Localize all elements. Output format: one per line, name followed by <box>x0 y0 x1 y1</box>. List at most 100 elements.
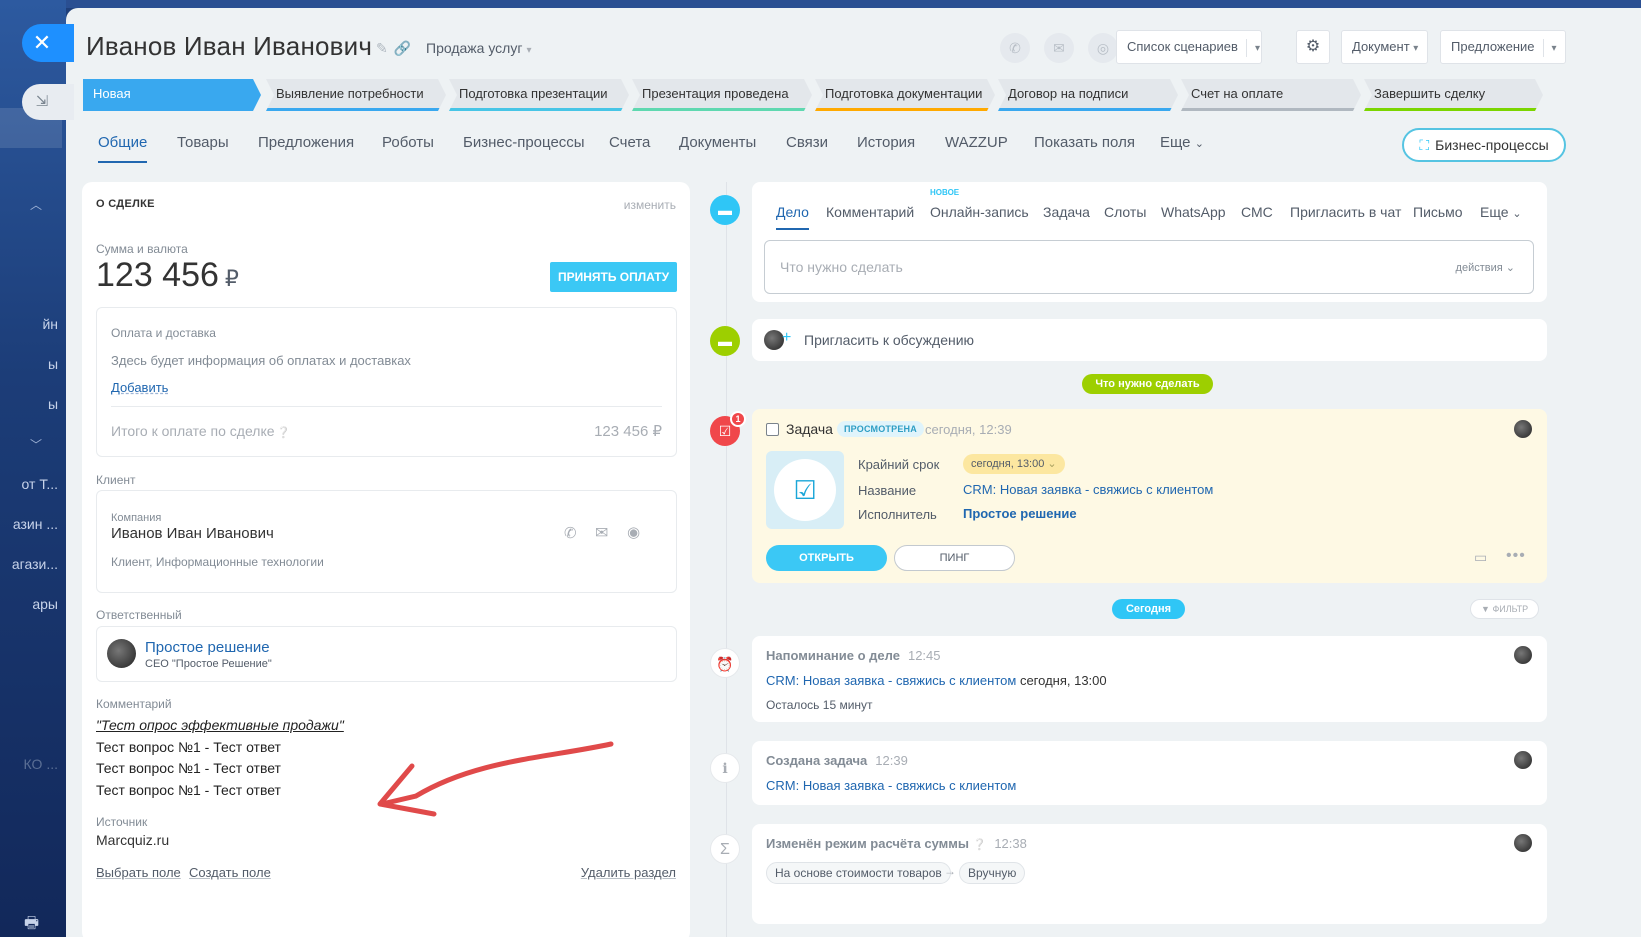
more-label: Еще <box>1480 204 1509 220</box>
mode-time: 12:38 <box>994 836 1027 851</box>
divider <box>111 406 662 407</box>
deadline-chip[interactable]: сегодня, 13:00 ⌄ <box>963 454 1065 474</box>
tab-products[interactable]: Товары <box>177 134 229 151</box>
mail-icon[interactable]: ✉ <box>595 523 608 543</box>
ping-button[interactable]: ПИНГ <box>894 545 1015 571</box>
client-name[interactable]: Иванов Иван Иванович <box>111 525 274 542</box>
chat-icon[interactable]: ◎ <box>1088 33 1118 63</box>
accept-payment-button[interactable]: ПРИНЯТЬ ОПЛАТУ <box>550 262 677 292</box>
client-description: Клиент, Информационные технологии <box>111 555 324 569</box>
timeline-line <box>726 182 727 937</box>
invite-discussion[interactable]: + Пригласить к обсуждению <box>752 319 1547 361</box>
tab-links[interactable]: Связи <box>786 134 828 151</box>
mode-title-text: Изменён режим расчёта суммы <box>766 836 969 851</box>
help-icon[interactable]: ❔ <box>277 427 291 439</box>
reminder-link-text[interactable]: CRM: Новая заявка - свяжись с клиентом <box>766 673 1016 688</box>
activity-tab-case[interactable]: Дело <box>776 204 809 230</box>
tab-general[interactable]: Общие <box>98 134 148 163</box>
mode-from-chip: На основе стоимости товаров <box>766 862 951 884</box>
status-badge: ПРОСМОТРЕНА <box>837 421 924 437</box>
invite-label: Пригласить к обсуждению <box>804 332 975 348</box>
phone-icon[interactable]: ✆ <box>1000 33 1030 63</box>
activity-tab-sms[interactable]: СМС <box>1241 204 1273 220</box>
avatar <box>1514 420 1532 438</box>
edit-link-icons[interactable]: ✎🔗 <box>376 40 417 57</box>
sigma-icon: Σ <box>710 834 740 864</box>
filter-icon: ▼ <box>1481 604 1490 614</box>
reminder-title-text: Напоминание о деле <box>766 648 900 663</box>
task-name-link[interactable]: CRM: Новая заявка - свяжись с клиентом <box>963 482 1213 497</box>
tab-robots[interactable]: Роботы <box>382 134 434 151</box>
activity-tab-task[interactable]: Задача <box>1043 204 1090 220</box>
todo-input[interactable]: Что нужно сделать действия ⌄ <box>764 240 1534 294</box>
gear-icon[interactable]: ⚙ <box>1296 30 1330 64</box>
amount-value[interactable]: 123 456 ₽ <box>96 256 239 295</box>
task-card: Задача ПРОСМОТРЕНА сегодня, 12:39 ☑ Край… <box>752 409 1547 583</box>
stage-contract[interactable]: Договор на подписи <box>998 79 1178 111</box>
select-field-link[interactable]: Выбрать поле <box>96 865 181 880</box>
chevron-up-icon: ︿ <box>30 198 43 212</box>
payment-box: Оплата и доставка Здесь будет информация… <box>96 307 677 457</box>
add-payment-link[interactable]: Добавить <box>111 380 168 395</box>
section-title: О СДЕЛКЕ <box>96 198 155 210</box>
stage-invoice[interactable]: Счет на оплате <box>1181 79 1361 111</box>
activity-tab-invite-chat[interactable]: Пригласить в чат <box>1290 204 1401 220</box>
actions-dropdown[interactable]: действия ⌄ <box>1456 261 1515 274</box>
delete-section-link[interactable]: Удалить раздел <box>581 865 676 880</box>
amount-mode-card: Изменён режим расчёта суммы ❔ 12:38 На ос… <box>752 824 1547 924</box>
assignee-link[interactable]: Простое решение <box>963 506 1077 521</box>
chat-icon[interactable]: ◉ <box>627 523 640 541</box>
stage-presentation-done[interactable]: Презентация проведена <box>632 79 812 111</box>
activity-tab-booking[interactable]: Онлайн-запись <box>930 204 1029 220</box>
edit-link[interactable]: изменить <box>624 198 676 212</box>
tab-offers[interactable]: Предложения <box>258 134 354 151</box>
activity-tab-slots[interactable]: Слоты <box>1104 204 1146 220</box>
payment-info: Здесь будет информация об оплатах и дост… <box>111 353 411 368</box>
header: Иванов Иван Иванович ✎🔗 Продажа услуг ▾ ✆… <box>86 28 1621 68</box>
responsible-name[interactable]: Простое решение <box>145 639 270 656</box>
client-label: Клиент <box>96 473 136 487</box>
document-button[interactable]: Документ ▾ <box>1341 30 1428 64</box>
scenarios-button[interactable]: Список сценариев ▾ <box>1116 30 1262 64</box>
offer-button[interactable]: Предложение ▾ <box>1440 30 1566 64</box>
task-checkbox[interactable] <box>766 423 779 436</box>
activity-tab-whatsapp[interactable]: WhatsApp <box>1161 204 1226 220</box>
stage-finish[interactable]: Завершить сделку <box>1364 79 1543 111</box>
reminder-link: CRM: Новая заявка - свяжись с клиентом с… <box>766 673 1107 688</box>
more-dots-icon[interactable]: ••• <box>1506 547 1526 565</box>
activity-tab-comment[interactable]: Комментарий <box>826 204 914 220</box>
stage-presentation-prep[interactable]: Подготовка презентации <box>449 79 629 111</box>
minimize-slider-button[interactable]: ⇲ <box>22 84 74 120</box>
tab-wazzup[interactable]: WAZZUP <box>945 134 1008 151</box>
tab-business-processes[interactable]: Бизнес-процессы <box>463 134 585 151</box>
tab-show-fields[interactable]: Показать поля <box>1034 134 1135 151</box>
printer-icon[interactable]: 🖶 <box>24 912 39 937</box>
tab-invoices[interactable]: Счета <box>609 134 650 151</box>
activity-tab-more[interactable]: Еще ⌄ <box>1480 204 1522 220</box>
stage-needs[interactable]: Выявление потребности <box>266 79 446 111</box>
open-task-button[interactable]: ОТКРЫТЬ <box>766 545 887 571</box>
tab-more[interactable]: Еще ⌄ <box>1160 134 1204 151</box>
document-label: Документ <box>1352 39 1410 54</box>
business-processes-button[interactable]: ⛶ Бизнес-процессы <box>1402 128 1566 162</box>
phone-icon[interactable]: ✆ <box>564 524 577 542</box>
total-label-text: Итого к оплате по сделке <box>111 423 275 439</box>
note-icon[interactable]: ▭ <box>1474 549 1487 566</box>
menu-fragment: от Т... <box>21 476 58 492</box>
activity-tab-email[interactable]: Письмо <box>1413 204 1463 220</box>
background-top <box>66 0 1641 8</box>
reminder-when: сегодня, 13:00 <box>1019 673 1107 688</box>
chevron-down-icon: ﹀ <box>30 438 43 452</box>
tab-documents[interactable]: Документы <box>679 134 756 151</box>
created-link[interactable]: CRM: Новая заявка - свяжись с клиентом <box>766 778 1016 793</box>
stage-new[interactable]: Новая <box>83 79 261 111</box>
close-slider-button[interactable]: ✕ <box>22 24 74 62</box>
create-field-link[interactable]: Создать поле <box>189 865 271 880</box>
category-selector[interactable]: Продажа услуг ▾ <box>426 40 531 56</box>
stage-docs-prep[interactable]: Подготовка документации <box>815 79 995 111</box>
help-icon[interactable]: ❔ <box>973 839 987 851</box>
tab-history[interactable]: История <box>857 134 915 151</box>
mail-icon[interactable]: ✉ <box>1044 33 1074 63</box>
filter-button[interactable]: ▼ ФИЛЬТР <box>1470 599 1540 619</box>
chevron-down-icon: ⌄ <box>1047 458 1057 470</box>
